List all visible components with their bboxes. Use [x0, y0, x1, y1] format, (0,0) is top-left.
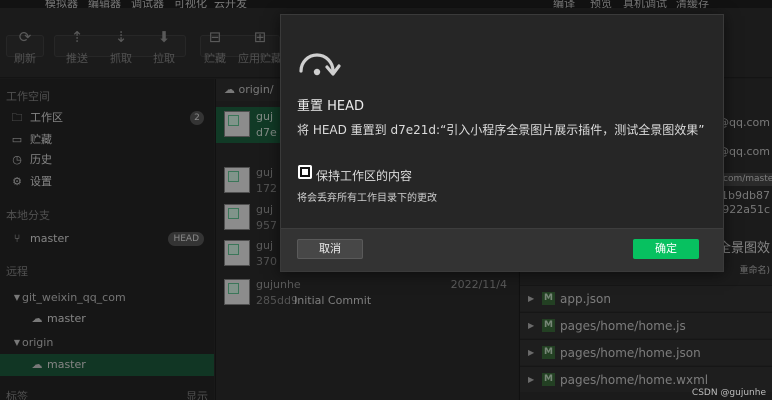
dialog-message: 将 HEAD 重置到 d7e21d:“引入小程序全景图片展示插件，测试全景图效果…	[297, 123, 705, 137]
cancel-button[interactable]: 取消	[297, 239, 363, 259]
dialog-footer: 取消 确定	[281, 228, 723, 271]
reset-arrow-icon	[299, 53, 341, 76]
reset-head-dialog: 重置 HEAD 将 HEAD 重置到 d7e21d:“引入小程序全景图片展示插件…	[280, 14, 724, 272]
keep-workspace-label[interactable]: 保持工作区的内容	[316, 167, 412, 184]
keep-workspace-checkbox[interactable]	[298, 165, 312, 179]
watermark: CSDN @gujunhe	[691, 388, 766, 398]
dialog-title: 重置 HEAD	[297, 99, 365, 114]
confirm-button[interactable]: 确定	[633, 239, 699, 259]
discard-hint: 将会丢弃所有工作目录下的更改	[297, 193, 437, 204]
